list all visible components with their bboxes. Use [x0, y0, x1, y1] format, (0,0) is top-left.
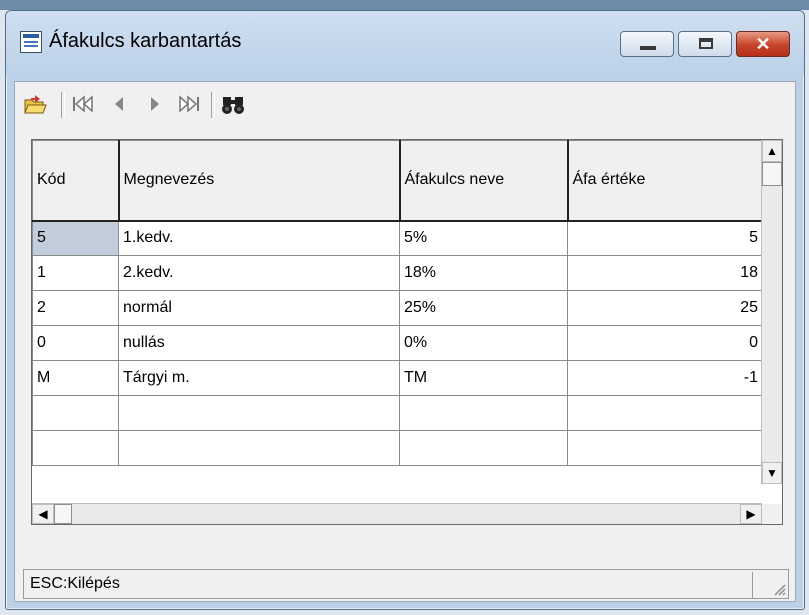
cell-afakulcs[interactable]: 18% — [399, 255, 568, 291]
table-row[interactable] — [32, 430, 763, 466]
toolbar — [21, 90, 781, 120]
cell-megnevezes[interactable] — [118, 430, 400, 466]
horizontal-scroll-thumb[interactable] — [54, 504, 72, 524]
cell-afakulcs[interactable]: TM — [399, 360, 568, 396]
prev-record-icon — [115, 97, 123, 111]
cell-kod[interactable]: M — [32, 360, 119, 396]
cell-megnevezes[interactable]: normál — [118, 290, 400, 326]
vertical-scroll-thumb[interactable] — [762, 162, 782, 186]
cell-kod[interactable] — [32, 430, 119, 466]
scroll-down-button[interactable]: ▼ — [762, 462, 782, 484]
column-header-megnevezes[interactable]: Megnevezés — [118, 140, 401, 222]
desktop-strip — [0, 0, 809, 10]
close-button[interactable]: ✕ — [736, 31, 790, 57]
toolbar-separator — [61, 92, 65, 118]
cell-afakulcs[interactable]: 5% — [399, 220, 568, 256]
cell-ertek[interactable] — [567, 395, 763, 431]
table-row[interactable]: 0 nullás 0% 0 — [32, 325, 763, 361]
first-record-icon — [73, 95, 93, 113]
cell-ertek[interactable]: -1 — [567, 360, 763, 396]
window-title: Áfakulcs karbantartás — [49, 30, 242, 52]
first-record-button[interactable] — [69, 90, 97, 118]
binoculars-find-icon — [222, 97, 244, 114]
cell-ertek[interactable] — [567, 430, 763, 466]
maximize-icon — [699, 38, 713, 49]
status-bar: ESC:Kilépés — [23, 569, 789, 599]
title-bar[interactable]: Áfakulcs karbantartás ✕ — [6, 11, 804, 75]
cell-megnevezes[interactable]: Tárgyi m. — [118, 360, 400, 396]
last-record-button[interactable] — [175, 90, 203, 118]
horizontal-scrollbar[interactable]: ◀ ▶ — [32, 503, 762, 524]
cell-ertek[interactable]: 25 — [567, 290, 763, 326]
cell-afakulcs[interactable] — [399, 430, 568, 466]
cell-afakulcs[interactable]: 0% — [399, 325, 568, 361]
down-arrow-icon: ▼ — [766, 466, 778, 480]
cell-kod[interactable] — [32, 395, 119, 431]
column-header-afa-erteke[interactable]: Áfa értéke — [567, 140, 764, 222]
scroll-up-button[interactable]: ▲ — [762, 140, 782, 162]
table-row[interactable]: 1 2.kedv. 18% 18 — [32, 255, 763, 291]
table-row[interactable]: 2 normál 25% 25 — [32, 290, 763, 326]
up-arrow-icon: ▲ — [766, 144, 778, 158]
next-record-icon — [151, 97, 159, 111]
cell-ertek[interactable]: 5 — [567, 220, 763, 256]
find-button[interactable] — [219, 90, 247, 118]
table-row[interactable]: 5 1.kedv. 5% 5 — [32, 220, 763, 256]
cell-megnevezes[interactable]: 1.kedv. — [118, 220, 400, 256]
cell-ertek[interactable]: 0 — [567, 325, 763, 361]
last-record-icon — [179, 95, 199, 113]
status-divider — [752, 572, 753, 598]
column-header-afakulcs-neve[interactable]: Áfakulcs neve — [399, 140, 569, 222]
open-folder-icon — [24, 95, 47, 114]
next-record-button[interactable] — [141, 90, 169, 118]
scroll-left-button[interactable]: ◀ — [32, 504, 54, 524]
vat-table: Kód Megnevezés Áfakulcs neve Áfa értéke … — [32, 140, 764, 466]
cell-afakulcs[interactable]: 25% — [399, 290, 568, 326]
minimize-icon — [640, 46, 656, 50]
cell-kod[interactable]: 1 — [32, 255, 119, 291]
resize-grip-icon[interactable] — [770, 580, 786, 596]
right-arrow-icon: ▶ — [746, 507, 756, 521]
cell-kod[interactable]: 2 — [32, 290, 119, 326]
table-header-row: Kód Megnevezés Áfakulcs neve Áfa értéke — [32, 140, 764, 222]
scrollbar-corner — [762, 504, 782, 524]
cell-megnevezes[interactable]: 2.kedv. — [118, 255, 400, 291]
cell-ertek[interactable]: 18 — [567, 255, 763, 291]
data-grid[interactable]: Kód Megnevezés Áfakulcs neve Áfa értéke … — [31, 139, 783, 525]
cell-kod[interactable]: 0 — [32, 325, 119, 361]
table-row[interactable]: M Tárgyi m. TM -1 — [32, 360, 763, 396]
cell-megnevezes[interactable] — [118, 395, 400, 431]
column-header-kod[interactable]: Kód — [32, 140, 120, 222]
cell-kod[interactable]: 5 — [32, 220, 119, 256]
maximize-button[interactable] — [678, 31, 732, 57]
open-folder-button[interactable] — [21, 90, 49, 118]
status-text: ESC:Kilépés — [30, 575, 120, 592]
left-arrow-icon: ◀ — [38, 507, 48, 521]
toolbar-separator — [211, 92, 215, 118]
prev-record-button[interactable] — [105, 90, 133, 118]
client-area: Kód Megnevezés Áfakulcs neve Áfa értéke … — [14, 81, 796, 602]
close-icon: ✕ — [755, 34, 771, 54]
app-window-icon[interactable] — [20, 31, 42, 53]
vertical-scrollbar[interactable]: ▲ ▼ — [761, 140, 782, 484]
table-row[interactable] — [32, 395, 763, 431]
main-window: Áfakulcs karbantartás ✕ Kód Megnevezés Á… — [5, 10, 805, 610]
minimize-button[interactable] — [620, 31, 674, 57]
cell-afakulcs[interactable] — [399, 395, 568, 431]
scroll-right-button[interactable]: ▶ — [740, 504, 762, 524]
cell-megnevezes[interactable]: nullás — [118, 325, 400, 361]
